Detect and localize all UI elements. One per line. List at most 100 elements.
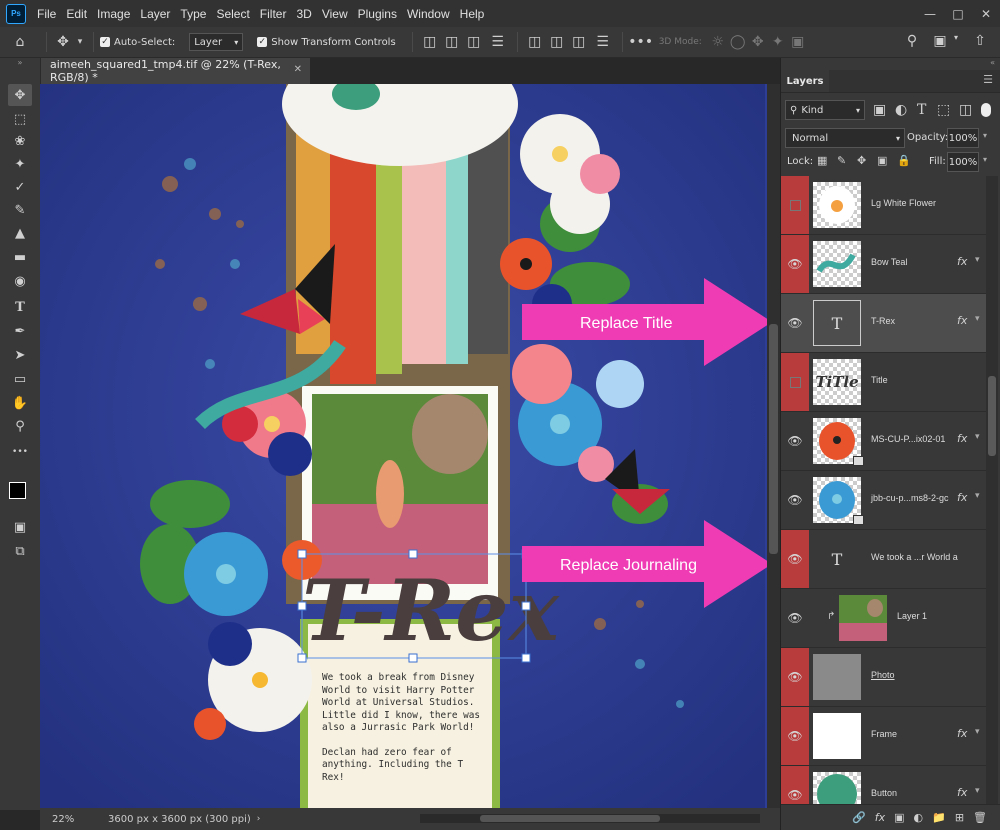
chevron-right-icon[interactable]: › [257,814,261,824]
type-tool-icon[interactable]: T [8,296,32,318]
collapse-panel-icon[interactable]: « [781,58,1000,70]
align-middle-icon[interactable]: ◫ [546,34,568,50]
menu-filter[interactable]: Filter [255,7,292,21]
horizontal-scrollbar[interactable] [420,814,760,823]
transform-handle[interactable] [297,549,307,559]
magic-wand-icon[interactable]: ✦ [8,153,32,175]
layer-row[interactable]: 👁 T We took a ...r World a [781,530,986,589]
filter-pixel-icon[interactable]: ▣ [873,102,886,118]
layer-visibility-toggle[interactable]: 👁 [781,235,809,293]
lock-pixels-icon[interactable]: ✎ [837,154,846,167]
transform-handle[interactable] [521,601,531,611]
layers-scrollbar[interactable] [986,176,998,804]
auto-select-dropdown[interactable]: Layer ▾ [189,33,244,51]
orbit-3d-icon[interactable]: ☼ [708,34,728,50]
menu-plugins[interactable]: Plugins [353,7,402,21]
chevron-down-icon[interactable]: ▾ [73,37,87,47]
menu-view[interactable]: View [317,7,353,21]
menu-window[interactable]: Window [402,7,455,21]
lock-transparent-icon[interactable]: ▦ [817,154,827,167]
layer-row[interactable]: 👁 Photo [781,648,986,707]
menu-select[interactable]: Select [211,7,254,21]
transform-handle[interactable] [408,549,418,559]
align-left-icon[interactable]: ◫ [419,34,441,50]
layer-visibility-toggle[interactable]: 👁 [781,471,809,529]
layer-visibility-toggle[interactable]: 👁 [781,294,809,352]
add-mask-icon[interactable]: ▣ [894,811,904,824]
lock-position-icon[interactable]: ✥ [857,154,866,167]
search-icon[interactable]: ⚲ [902,33,922,49]
panel-menu-icon[interactable]: ☰ [983,73,993,86]
layer-row[interactable]: 👁 Button fx ▾ [781,766,986,804]
add-style-icon[interactable]: fx [875,811,885,824]
chevron-down-icon[interactable]: ▾ [975,432,980,442]
distribute-vertical-icon[interactable]: ☰ [590,34,616,50]
rectangle-tool-icon[interactable]: ▭ [8,368,32,390]
layer-filter-dropdown[interactable]: ⚲ Kind ▾ [785,100,865,120]
layers-scrollbar-thumb[interactable] [988,376,996,456]
hand-tool-icon[interactable]: ✋ [8,392,32,414]
blend-mode-dropdown[interactable]: Normal ▾ [785,128,905,148]
layer-effects-icon[interactable]: fx [957,786,967,799]
zoom-level[interactable]: 22% [40,814,92,825]
chevron-down-icon[interactable]: ▾ [975,786,980,796]
layer-effects-icon[interactable]: fx [957,255,967,268]
filter-toggle-icon[interactable] [981,103,991,117]
close-icon[interactable]: ✕ [972,0,1000,27]
new-adjustment-icon[interactable]: ◐ [914,811,924,824]
layer-visibility-toggle[interactable]: 👁 [781,648,809,706]
photoshop-logo[interactable]: Ps [6,3,26,24]
align-top-icon[interactable]: ◫ [524,34,546,50]
chevron-down-icon[interactable]: ▾ [983,131,987,140]
layer-visibility-toggle[interactable]: 👁 [781,707,809,765]
chevron-down-icon[interactable]: ▾ [975,314,980,324]
align-center-icon[interactable]: ◫ [441,34,463,50]
menu-help[interactable]: Help [455,7,490,21]
layer-row[interactable]: 👁 Frame fx ▾ [781,707,986,766]
share-icon[interactable]: ⇧ [970,33,990,49]
brush-tool-icon[interactable]: ✎ [8,199,32,221]
menu-3d[interactable]: 3D [291,7,316,21]
lock-all-icon[interactable]: 🔒 [897,154,911,167]
new-group-icon[interactable]: 📁 [932,811,946,824]
layer-row[interactable]: 👁 jbb-cu-p...ms8-2-gc fx ▾ [781,471,986,530]
camera-3d-icon[interactable]: ▣ [788,34,808,50]
minimize-icon[interactable]: — [916,0,944,27]
transform-handle[interactable] [297,653,307,663]
menu-image[interactable]: Image [92,7,135,21]
filter-type-icon[interactable]: T [917,102,926,118]
auto-select-checkbox[interactable]: ✓ [100,37,110,47]
delete-layer-icon[interactable]: 🗑 [973,811,987,824]
pan-3d-icon[interactable]: ✥ [748,34,768,50]
layer-row[interactable]: 👁 MS-CU-P...ix02-01 fx ▾ [781,412,986,471]
close-tab-icon[interactable]: ✕ [294,64,302,75]
filter-smart-object-icon[interactable]: ◫ [959,102,972,118]
move-tool-icon[interactable]: ✥ [53,34,73,50]
transform-handle[interactable] [297,601,307,611]
pen-tool-icon[interactable]: ✒ [8,320,32,342]
chevron-down-icon[interactable]: ▾ [975,491,980,501]
layer-visibility-toggle[interactable] [781,353,809,411]
menu-edit[interactable]: Edit [61,7,92,21]
chevron-down-icon[interactable]: ▾ [975,255,980,265]
chevron-down-icon[interactable]: ▾ [975,727,980,737]
chevron-down-icon[interactable]: ▾ [983,155,987,164]
stamp-tool-icon[interactable]: ▲ [8,222,32,244]
new-layer-icon[interactable]: ⊞ [955,811,964,824]
horizontal-scrollbar-thumb[interactable] [480,815,660,822]
align-right-icon[interactable]: ◫ [463,34,485,50]
transform-handle[interactable] [521,653,531,663]
layer-visibility-toggle[interactable] [781,176,809,234]
layer-effects-icon[interactable]: fx [957,314,967,327]
layer-visibility-toggle[interactable]: 👁 [781,589,809,647]
filter-shape-icon[interactable]: ⬚ [937,102,950,118]
show-transform-checkbox[interactable]: ✓ [257,37,268,47]
paint-bucket-icon[interactable]: ◉ [8,270,32,292]
document-canvas[interactable]: T-Rex We took a break from Disney World … [40,84,780,810]
lasso-tool-icon[interactable]: ❀ [8,130,32,152]
layer-effects-icon[interactable]: fx [957,727,967,740]
eyedropper-tool-icon[interactable]: ✓ [8,176,32,198]
more-options-icon[interactable]: ••• [628,34,653,50]
slide-3d-icon[interactable]: ✦ [768,34,788,50]
maximize-icon[interactable]: □ [944,0,972,27]
